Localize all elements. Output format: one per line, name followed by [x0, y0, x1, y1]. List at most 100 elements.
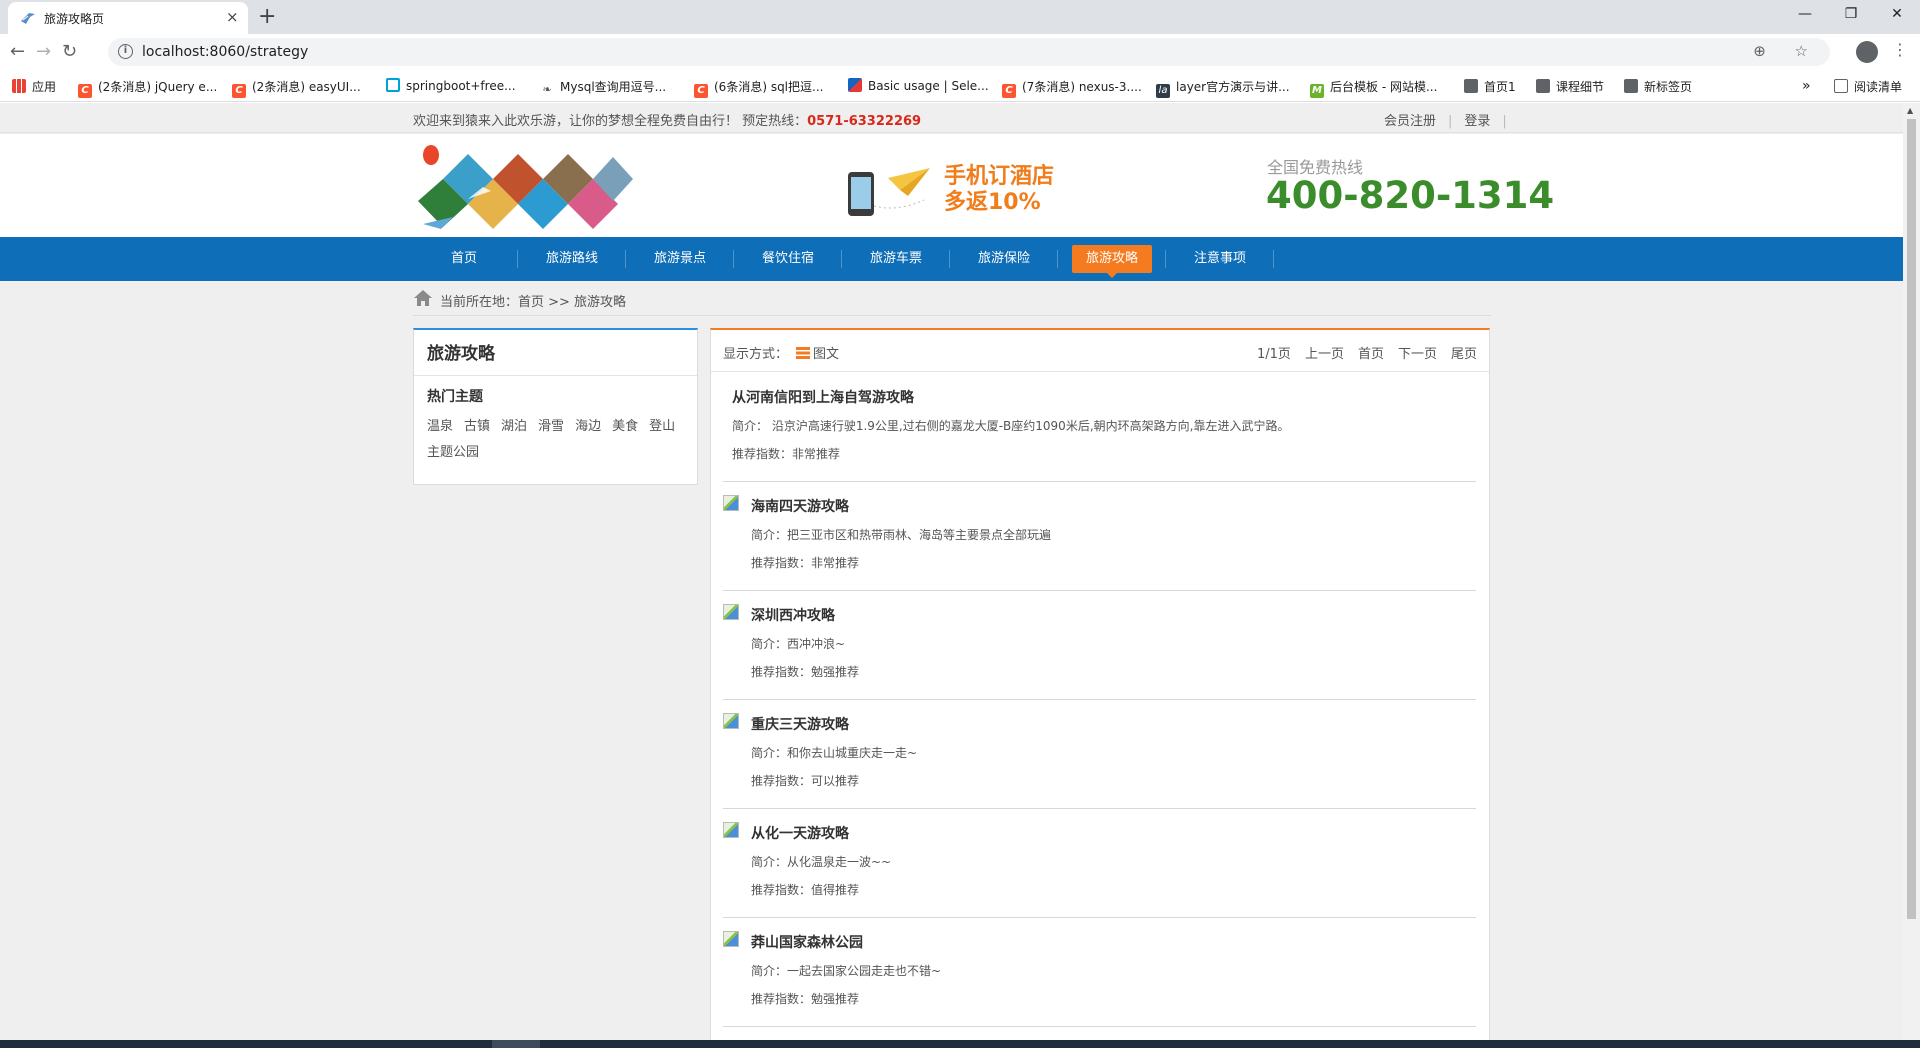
item-title[interactable]: 重庆三天游攻略 — [751, 714, 849, 734]
nav-attractions[interactable]: 旅游景点 — [645, 237, 715, 281]
pagination: 1/1页 上一页 首页 下一页 尾页 — [1243, 343, 1477, 362]
first-page-link[interactable]: 首页 — [1358, 347, 1384, 362]
promo-text: 手机订酒店 多返10% — [944, 164, 1055, 215]
bookmark-item[interactable]: 课程细节 — [1536, 78, 1604, 95]
nav-food-lodging[interactable]: 餐饮住宿 — [753, 237, 823, 281]
prev-page-link[interactable]: 上一页 — [1305, 347, 1344, 362]
bookmark-item[interactable]: 应用 — [12, 78, 56, 95]
broken-image-icon[interactable] — [723, 931, 739, 947]
nav-divider — [949, 250, 950, 268]
divider: | — [1448, 114, 1453, 129]
tab-close-icon[interactable]: × — [226, 8, 239, 26]
display-mode-value[interactable]: 图文 — [813, 347, 839, 362]
browser-tab[interactable]: 旅游攻略页 × — [8, 2, 248, 34]
profile-avatar-icon[interactable] — [1856, 41, 1878, 63]
bookmark-item[interactable]: 新标签页 — [1624, 78, 1692, 95]
layer-icon: la — [1156, 84, 1170, 98]
broken-image-icon[interactable] — [723, 713, 739, 729]
nav-divider — [733, 250, 734, 268]
minimize-button[interactable]: — — [1782, 0, 1828, 30]
bookmark-item[interactable]: C (7条消息) nexus-3.... — [1002, 78, 1142, 98]
broken-image-icon[interactable] — [723, 604, 739, 620]
zoom-and-bookmark-icons[interactable]: ⊕ ☆ — [1753, 42, 1820, 60]
tag-theme-park[interactable]: 主题公园 — [427, 445, 479, 460]
top-info-bar: 欢迎来到猿来入此欢乐游，让你的梦想全程免费自由行！ 预定热线：0571-6332… — [0, 103, 1903, 133]
bookmark-item[interactable]: M 后台模板 - 网站模... — [1310, 78, 1437, 98]
tag-seaside[interactable]: 海边 — [575, 419, 601, 434]
list-item[interactable]: 海南四天游攻略 简介：把三亚市区和热带雨林、海岛等主要景点全部玩遍 推荐指数：非… — [723, 482, 1476, 591]
nav-insurance[interactable]: 旅游保险 — [969, 237, 1039, 281]
next-page-link[interactable]: 下一页 — [1398, 347, 1437, 362]
list-item[interactable]: 重庆三天游攻略 简介：和你去山城重庆走一走~ 推荐指数：可以推荐 — [723, 700, 1476, 809]
page-indicator: 1/1页 — [1257, 347, 1291, 362]
item-rating: 推荐指数：非常推荐 — [732, 447, 841, 461]
forward-icon[interactable]: → — [36, 41, 51, 62]
item-title[interactable]: 莽山国家森林公园 — [751, 932, 863, 952]
bookmark-item[interactable]: C (2条消息) easyUI... — [232, 78, 361, 98]
restore-button[interactable]: ❐ — [1828, 0, 1874, 30]
bookmark-item[interactable]: C (6条消息) sql把逗... — [694, 78, 823, 98]
bookmark-item[interactable]: ❧ Mysql查询用逗号... — [540, 78, 666, 97]
bookmark-item[interactable]: la layer官方演示与讲... — [1156, 78, 1290, 98]
broken-image-icon[interactable] — [723, 822, 739, 838]
globe-icon — [1536, 79, 1550, 93]
list-item[interactable]: 从化一天游攻略 简介：从化温泉走一波~~ 推荐指数：值得推荐 — [723, 809, 1476, 918]
csdn-icon: C — [694, 84, 708, 98]
item-desc: 简介： 沿京沪高速行驶1.9公里,过右侧的嘉龙大厦-B座约1090米后,朝内环高… — [732, 419, 1290, 433]
nav-strategy[interactable]: 旅游攻略 — [1072, 245, 1152, 278]
tag-hiking[interactable]: 登山 — [649, 419, 675, 434]
back-icon[interactable]: ← — [10, 41, 25, 62]
bookmark-item[interactable]: 首页1 — [1464, 78, 1516, 95]
bookmark-item[interactable]: Basic usage | Sele... — [848, 78, 989, 93]
site-logo[interactable] — [413, 139, 638, 235]
bookmark-item[interactable]: springboot+free... — [386, 78, 516, 93]
breadcrumb-text[interactable]: 当前所在地：首页 >> 旅游攻略 — [440, 291, 626, 310]
member-links: 会员注册 | 登录 | — [1378, 110, 1513, 129]
csdn-icon: C — [1002, 84, 1016, 98]
bookmark-item[interactable]: C (2条消息) jQuery e... — [78, 78, 217, 98]
scroll-up-icon[interactable]: ▲ — [1907, 106, 1913, 115]
address-bar[interactable]: i localhost:8060/strategy ⊕ ☆ — [108, 38, 1830, 66]
tag-hot-spring[interactable]: 温泉 — [427, 419, 453, 434]
browser-toolbar: ← → ↻ i localhost:8060/strategy ⊕ ☆ ⋮ — [0, 34, 1920, 70]
reload-icon[interactable]: ↻ — [62, 41, 77, 62]
tab-strip: 旅游攻略页 × + — ❐ ✕ — [0, 0, 1920, 34]
last-page-link[interactable]: 尾页 — [1451, 347, 1477, 362]
tag-food[interactable]: 美食 — [612, 419, 638, 434]
browser-menu-icon[interactable]: ⋮ — [1892, 40, 1908, 59]
item-title[interactable]: 从河南信阳到上海自驾游攻略 — [732, 387, 914, 407]
nav-routes[interactable]: 旅游路线 — [537, 237, 607, 281]
register-link[interactable]: 会员注册 — [1384, 114, 1436, 129]
globe-icon — [1464, 79, 1478, 93]
tag-skiing[interactable]: 滑雪 — [538, 419, 564, 434]
reading-list-button[interactable]: 阅读清单 — [1834, 78, 1902, 95]
tag-ancient-town[interactable]: 古镇 — [464, 419, 490, 434]
list-item[interactable]: 莽山国家森林公园 简介：一起去国家公园走走也不错~ 推荐指数：勉强推荐 — [723, 918, 1476, 1027]
broken-image-icon[interactable] — [723, 495, 739, 511]
list-view-icon[interactable] — [796, 347, 811, 359]
nav-tickets[interactable]: 旅游车票 — [861, 237, 931, 281]
page-scrollbar[interactable]: ▲ — [1903, 103, 1920, 1040]
site-info-icon[interactable]: i — [118, 44, 133, 59]
bookmarks-bar: 应用 C (2条消息) jQuery e... C (2条消息) easyUI...… — [0, 70, 1920, 102]
nav-home[interactable]: 首页 — [429, 237, 499, 281]
login-link[interactable]: 登录 — [1464, 114, 1490, 129]
tag-lake[interactable]: 湖泊 — [501, 419, 527, 434]
taskbar-active-app[interactable] — [492, 1040, 540, 1048]
window-close-button[interactable]: ✕ — [1874, 0, 1920, 30]
mobile-hotel-promo[interactable]: 手机订酒店 多返10% — [838, 164, 1058, 220]
new-tab-button[interactable]: + — [258, 4, 276, 29]
list-item[interactable]: 深圳西冲攻略 简介：西冲冲浪~ 推荐指数：勉强推荐 — [723, 591, 1476, 700]
bilibili-icon — [386, 78, 400, 92]
bookmarks-overflow-icon[interactable]: » — [1802, 78, 1811, 94]
item-title[interactable]: 从化一天游攻略 — [751, 823, 849, 843]
divider: | — [1502, 114, 1507, 129]
list-item[interactable]: 从河南信阳到上海自驾游攻略 简介： 沿京沪高速行驶1.9公里,过右侧的嘉龙大厦-… — [723, 373, 1476, 482]
item-title[interactable]: 海南四天游攻略 — [751, 496, 849, 516]
item-title[interactable]: 深圳西冲攻略 — [751, 605, 835, 625]
scrollbar-thumb[interactable] — [1907, 119, 1916, 919]
url-text[interactable]: localhost:8060/strategy — [142, 44, 308, 60]
sidebar: 旅游攻略 热门主题 温泉 古镇 湖泊 滑雪 海边 美食 登山 主题公园 — [413, 328, 698, 485]
top-phone: 0571-63322269 — [807, 114, 922, 129]
nav-notes[interactable]: 注意事项 — [1185, 237, 1255, 281]
